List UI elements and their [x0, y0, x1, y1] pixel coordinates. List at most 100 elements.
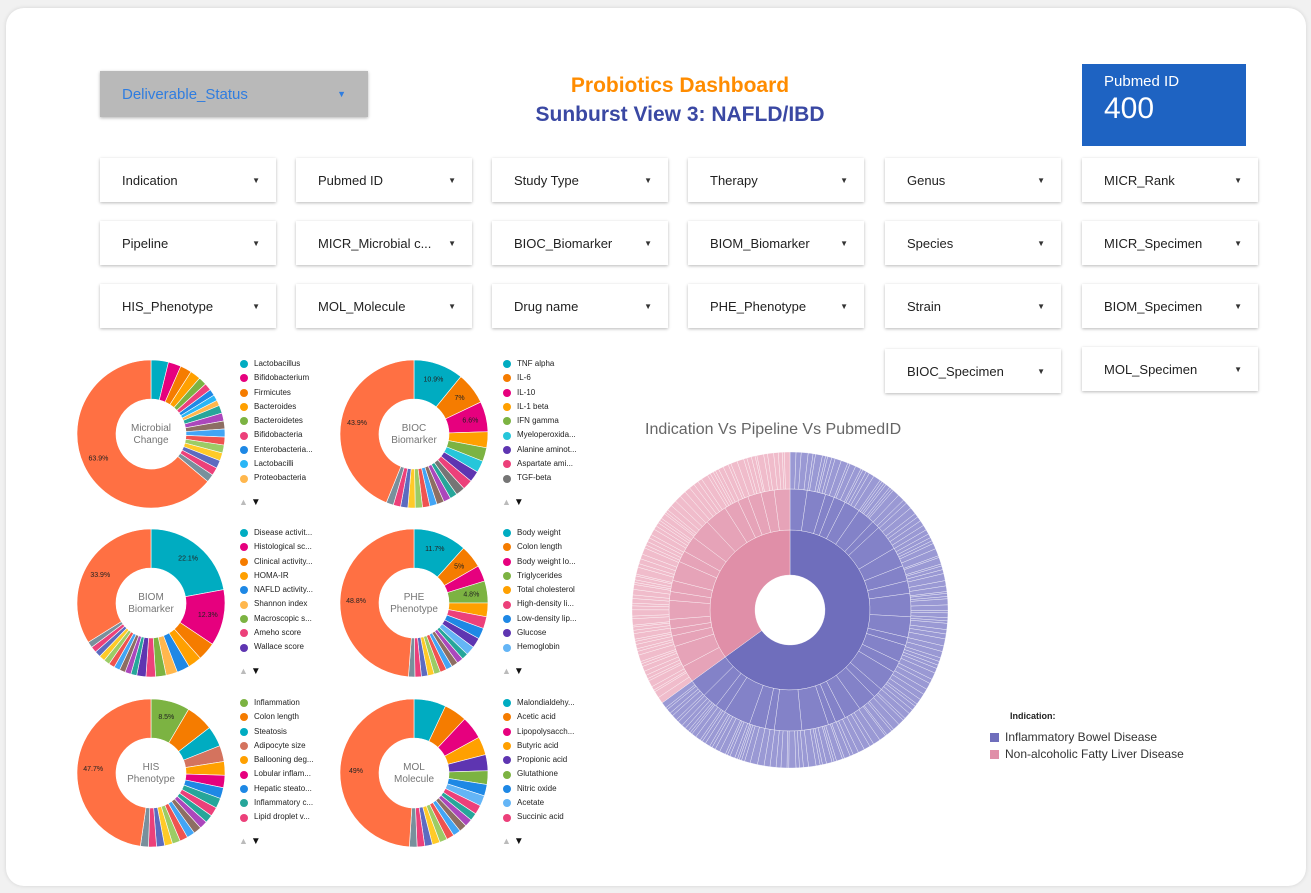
legend-item[interactable]: Disease activit... — [240, 526, 313, 540]
legend-item[interactable]: Lobular inflam... — [240, 767, 314, 781]
legend-item[interactable]: Glucose — [503, 626, 577, 640]
page-up-icon[interactable]: ▲ — [239, 836, 248, 846]
legend-item[interactable]: Macroscopic s... — [240, 612, 313, 626]
legend-item[interactable]: TGF-beta — [503, 471, 577, 485]
legend-item[interactable]: Myeloperoxida... — [503, 428, 577, 442]
legend-dot — [240, 727, 248, 736]
page-down-icon[interactable]: ▼ — [251, 836, 261, 847]
legend-item[interactable]: Lipid droplet v... — [240, 810, 314, 824]
page-up-icon[interactable]: ▲ — [239, 497, 248, 507]
page-up-icon[interactable]: ▲ — [502, 497, 511, 507]
page-up-icon[interactable]: ▲ — [502, 836, 511, 846]
legend-item-ibd[interactable]: Inflammatory Bowel Disease — [990, 730, 1157, 744]
legend-item[interactable]: HOMA-IR — [240, 569, 313, 583]
legend-item[interactable]: Proteobacteria — [240, 471, 313, 485]
filter-control-bioc-specimen[interactable]: BIOC_Specimen ▼ — [885, 349, 1061, 393]
legend-item[interactable]: Firmicutes — [240, 386, 313, 400]
legend-item[interactable]: Acetate — [503, 796, 575, 810]
sunburst-pubmed-segment[interactable] — [788, 730, 797, 769]
page-down-icon[interactable]: ▼ — [514, 497, 524, 508]
filter-control-biom-biomarker[interactable]: BIOM_Biomarker ▼ — [688, 221, 864, 265]
page-down-icon[interactable]: ▼ — [251, 666, 261, 677]
legend-label: TNF alpha — [517, 359, 555, 368]
legend-item[interactable]: IFN gamma — [503, 414, 577, 428]
legend-item[interactable]: IL-10 — [503, 386, 577, 400]
legend-item[interactable]: Bifidobacterium — [240, 371, 313, 385]
legend-item[interactable]: Ballooning deg... — [240, 753, 314, 767]
legend-item[interactable]: IL-6 — [503, 371, 577, 385]
page-down-icon[interactable]: ▼ — [514, 666, 524, 677]
legend-item[interactable]: Glutathione — [503, 767, 575, 781]
legend-dot — [503, 474, 511, 483]
donut-slice-other[interactable] — [76, 528, 152, 643]
legend-item[interactable]: Histological sc... — [240, 540, 313, 554]
filter-control-biom-specimen[interactable]: BIOM_Specimen ▼ — [1082, 284, 1258, 328]
legend-item[interactable]: Inflammation — [240, 696, 314, 710]
legend-item[interactable]: Propionic acid — [503, 753, 575, 767]
filter-control-bioc-biomarker[interactable]: BIOC_Biomarker ▼ — [492, 221, 668, 265]
filter-control-pubmed-id[interactable]: Pubmed ID ▼ — [296, 158, 472, 202]
legend-item[interactable]: Colon length — [240, 710, 314, 724]
legend-item[interactable]: Lactobacillus — [240, 357, 313, 371]
legend-dot — [503, 586, 511, 595]
chevron-down-icon: ▼ — [252, 301, 260, 311]
page-up-icon[interactable]: ▲ — [502, 666, 511, 676]
legend-item[interactable]: Butyric acid — [503, 739, 575, 753]
filter-control-micr-microbial-c[interactable]: MICR_Microbial c... ▼ — [296, 221, 472, 265]
filter-control-genus[interactable]: Genus ▼ — [885, 158, 1061, 202]
filter-control-study-type[interactable]: Study Type ▼ — [492, 158, 668, 202]
legend-dot — [503, 614, 511, 623]
legend-item[interactable]: Colon length — [503, 540, 577, 554]
legend-item[interactable]: High-density li... — [503, 597, 577, 611]
legend-item[interactable]: Body weight — [503, 526, 577, 540]
filter-control-phe-phenotype[interactable]: PHE_Phenotype ▼ — [688, 284, 864, 328]
legend-item[interactable]: Lipopolysacch... — [503, 725, 575, 739]
donut-slice[interactable] — [150, 528, 225, 598]
legend-item[interactable]: Clinical activity... — [240, 555, 313, 569]
legend-item[interactable]: Acetic acid — [503, 710, 575, 724]
legend-item[interactable]: Low-density lip... — [503, 612, 577, 626]
filter-control-his-phenotype[interactable]: HIS_Phenotype ▼ — [100, 284, 276, 328]
filter-control-indication[interactable]: Indication ▼ — [100, 158, 276, 202]
legend-item[interactable]: Aspartate ami... — [503, 457, 577, 471]
filter-label: HIS_Phenotype — [122, 298, 214, 314]
legend-item[interactable]: Malondialdehy... — [503, 696, 575, 710]
legend-item[interactable]: IL-1 beta — [503, 400, 577, 414]
legend-item[interactable]: Hemoglobin — [503, 640, 577, 654]
page-up-icon[interactable]: ▲ — [239, 666, 248, 676]
legend-item[interactable]: Succinic acid — [503, 810, 575, 824]
legend-item[interactable]: Enterobacteria... — [240, 443, 313, 457]
deliverable-status-dropdown[interactable]: Deliverable_Status ▼ — [100, 71, 368, 117]
legend-item[interactable]: Adipocyte size — [240, 739, 314, 753]
legend-item[interactable]: TNF alpha — [503, 357, 577, 371]
legend-item[interactable]: Lactobacilli — [240, 457, 313, 471]
legend-item[interactable]: Body weight lo... — [503, 555, 577, 569]
filter-control-pipeline[interactable]: Pipeline ▼ — [100, 221, 276, 265]
legend-item[interactable]: NAFLD activity... — [240, 583, 313, 597]
legend-item[interactable]: Ameho score — [240, 626, 313, 640]
legend-item[interactable]: Bacteroides — [240, 400, 313, 414]
legend-dot — [240, 770, 248, 779]
legend-item[interactable]: Bacteroidetes — [240, 414, 313, 428]
filter-control-mol-molecule[interactable]: MOL_Molecule ▼ — [296, 284, 472, 328]
filter-control-drug-name[interactable]: Drug name ▼ — [492, 284, 668, 328]
legend-item[interactable]: Alanine aminot... — [503, 443, 577, 457]
filter-control-strain[interactable]: Strain ▼ — [885, 284, 1061, 328]
legend-item[interactable]: Inflammatory c... — [240, 796, 314, 810]
legend-item[interactable]: Bifidobacteria — [240, 428, 313, 442]
legend-item[interactable]: Shannon index — [240, 597, 313, 611]
legend-item[interactable]: Hepatic steato... — [240, 782, 314, 796]
filter-control-species[interactable]: Species ▼ — [885, 221, 1061, 265]
legend-item[interactable]: Triglycerides — [503, 569, 577, 583]
page-down-icon[interactable]: ▼ — [514, 836, 524, 847]
filter-control-mol-specimen[interactable]: MOL_Specimen ▼ — [1082, 347, 1258, 391]
legend-item[interactable]: Total cholesterol — [503, 583, 577, 597]
page-down-icon[interactable]: ▼ — [251, 497, 261, 508]
legend-item[interactable]: Wallace score — [240, 640, 313, 654]
filter-control-micr-specimen[interactable]: MICR_Specimen ▼ — [1082, 221, 1258, 265]
legend-item[interactable]: Steatosis — [240, 725, 314, 739]
filter-control-therapy[interactable]: Therapy ▼ — [688, 158, 864, 202]
legend-item-nafld[interactable]: Non-alcoholic Fatty Liver Disease — [990, 747, 1184, 761]
legend-item[interactable]: Nitric oxide — [503, 782, 575, 796]
filter-control-micr-rank[interactable]: MICR_Rank ▼ — [1082, 158, 1258, 202]
